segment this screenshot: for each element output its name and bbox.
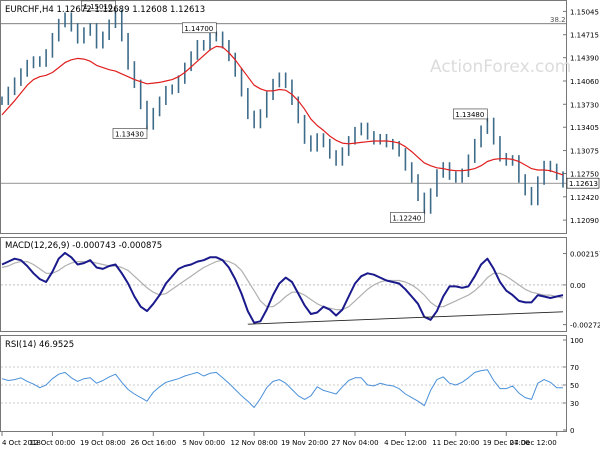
rsi-y-tick-label: 70 bbox=[570, 364, 579, 372]
watermark: ActionForex.com bbox=[430, 57, 571, 77]
eurchf-chart: ActionForex.com 1.15045 1.14715 1.14390 1.1… bbox=[0, 0, 600, 450]
macd-y-tick-label: -0.002729 bbox=[570, 322, 600, 330]
price-y-tick-label: 1.13075 bbox=[570, 148, 599, 156]
fib-382-label: 38.2 bbox=[550, 16, 566, 24]
x-axis: 4 Oct 201812 Oct 00:00 19 Oct 08:00 26 Oct… bbox=[1, 432, 558, 447]
x-tick-label: 4 Dec 12:00 bbox=[384, 439, 427, 447]
annotation-label: 1.12240 bbox=[392, 215, 421, 223]
annotation-label: 1.13480 bbox=[455, 111, 484, 119]
x-tick-label: 5 Nov 00:00 bbox=[182, 439, 225, 447]
x-tick-label: 27 Nov 04:00 bbox=[331, 439, 378, 447]
rsi-panel-title: RSI(14) 46.9525 bbox=[5, 340, 74, 350]
annotation-label: 1.14700 bbox=[184, 25, 213, 33]
price-y-tick-label: 1.12750 bbox=[570, 171, 599, 179]
last-price-label: 1.12613 bbox=[569, 180, 598, 188]
price-y-tick-label: 1.13730 bbox=[570, 101, 599, 109]
x-tick-label: 11 Dec 20:00 bbox=[432, 439, 479, 447]
x-tick-label: 19 Nov 20:00 bbox=[281, 439, 328, 447]
x-tick-label: 19 Oct 08:00 bbox=[80, 439, 126, 447]
chart-canvas: ActionForex.com 1.15045 1.14715 1.14390 1.1… bbox=[0, 0, 600, 447]
x-tick-label: 27 Dec 12:00 bbox=[510, 439, 557, 447]
macd-y-tick-label: 0.00 bbox=[570, 282, 586, 290]
rsi-y-tick-label: 0 bbox=[570, 427, 574, 435]
price-y-tick-label: 1.14060 bbox=[570, 78, 599, 86]
macd-panel-title: MACD(12,26,9) -0.000743 -0.000875 bbox=[5, 241, 162, 251]
price-y-tick-label: 1.13405 bbox=[570, 124, 599, 132]
price-y-tick-label: 1.12090 bbox=[570, 217, 599, 225]
price-y-tick-label: 1.12420 bbox=[570, 194, 599, 202]
price-y-tick-label: 1.14715 bbox=[570, 32, 599, 40]
rsi-y-tick-label: 50 bbox=[570, 382, 579, 390]
x-tick-label: 12 Oct 00:00 bbox=[30, 439, 76, 447]
rsi-panel-frame bbox=[0, 335, 567, 432]
x-tick-label: 26 Oct 16:00 bbox=[130, 439, 176, 447]
price-y-tick-label: 1.14390 bbox=[570, 55, 599, 63]
price-y-tick-label: 1.15045 bbox=[570, 8, 599, 16]
annotation-label: 1.13430 bbox=[115, 130, 144, 138]
x-tick-label: 12 Nov 08:00 bbox=[231, 439, 278, 447]
macd-y-tick-label: 0.002157 bbox=[570, 251, 600, 259]
rsi-y-tick-label: 100 bbox=[570, 337, 583, 345]
rsi-y-tick-label: 30 bbox=[570, 400, 579, 408]
price-panel-title: EURCHF,H4 1.12672 1.12689 1.12608 1.1261… bbox=[5, 5, 205, 15]
